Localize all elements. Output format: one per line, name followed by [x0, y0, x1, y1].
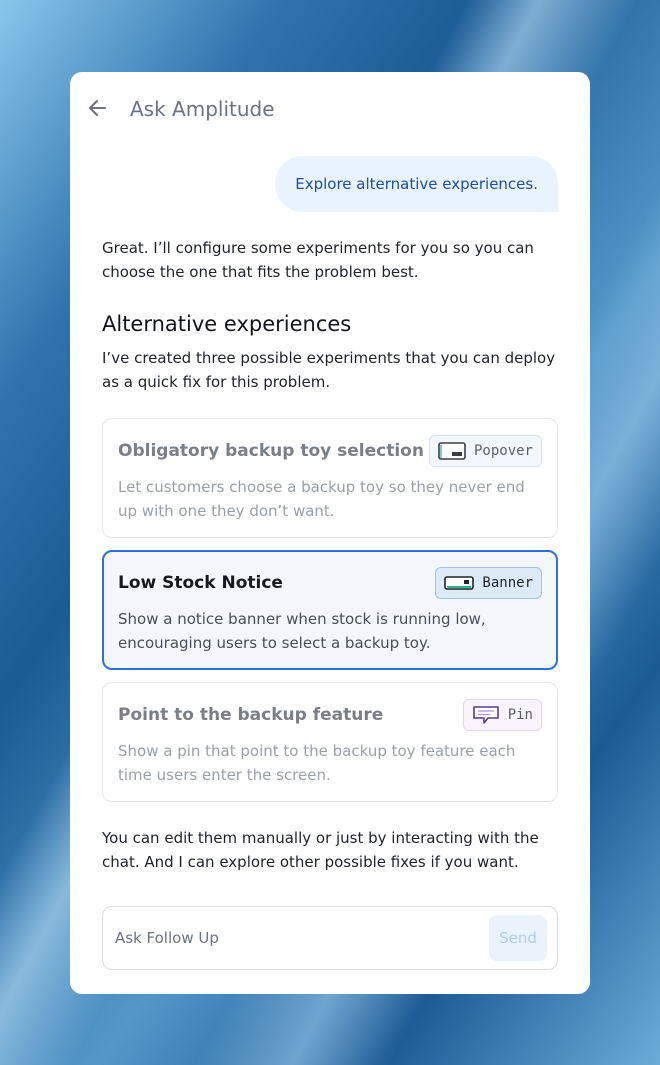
chat-panel: Ask Amplitude Explore alternative experi… [70, 72, 590, 994]
experience-description: Let customers choose a backup toy so the… [118, 478, 525, 520]
experience-card-banner[interactable]: Low Stock Notice Banner Show a notice ba… [102, 550, 558, 670]
experience-type-tag: Pin [462, 699, 542, 731]
experience-type-label: Banner [482, 575, 533, 591]
follow-up-input[interactable] [115, 923, 475, 953]
page-title: Ask Amplitude [130, 97, 275, 121]
banner-icon [444, 576, 475, 590]
experience-type-tag: Popover [428, 435, 542, 467]
experience-title: Point to the backup feature [118, 705, 384, 725]
experience-type-label: Popover [473, 443, 533, 459]
experience-title: Low Stock Notice [118, 573, 283, 593]
experience-type-tag: Banner [435, 567, 542, 599]
send-button[interactable]: Send [489, 915, 547, 961]
experience-description: Show a notice banner when stock is runni… [118, 610, 486, 652]
experience-type-label: Pin [507, 707, 533, 723]
user-message-bubble: Explore alternative experiences. [275, 156, 558, 212]
panel-header: Ask Amplitude [70, 72, 590, 146]
experience-card-popover[interactable]: Obligatory backup toy selection Popover … [102, 418, 558, 538]
pin-icon [472, 705, 500, 725]
arrow-left-icon[interactable] [86, 96, 110, 120]
experience-description: Show a pin that point to the backup toy … [118, 742, 516, 784]
experience-card-pin[interactable]: Point to the backup feature Pin Show a p… [102, 682, 558, 802]
section-title: Alternative experiences [102, 312, 352, 336]
section-intro-text: I’ve created three possible experiments … [102, 349, 556, 391]
assistant-closing-text: You can edit them manually or just by in… [102, 829, 539, 871]
follow-up-composer: Send [102, 906, 558, 970]
popover-icon [438, 442, 466, 460]
experience-title: Obligatory backup toy selection [118, 441, 424, 461]
assistant-intro-text: Great. I’ll configure some experiments f… [102, 239, 534, 281]
